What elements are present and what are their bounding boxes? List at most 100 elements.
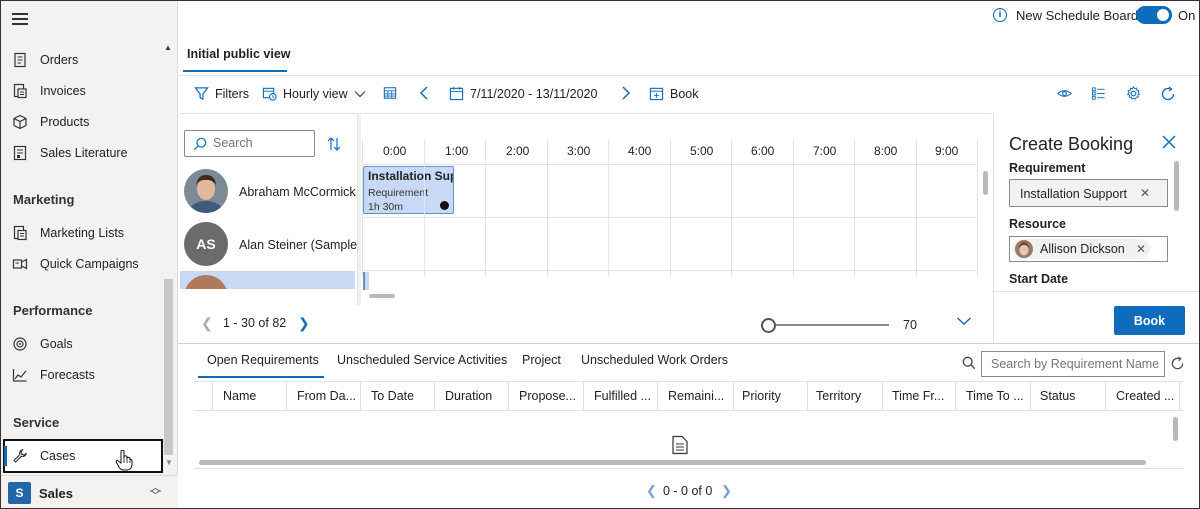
calendar-view-button[interactable] <box>383 86 403 100</box>
column-header[interactable]: From Da... <box>297 389 356 403</box>
column-divider[interactable] <box>955 382 956 411</box>
column-divider[interactable] <box>882 382 883 411</box>
column-divider[interactable] <box>1105 382 1106 411</box>
column-header[interactable]: Priority <box>742 389 781 403</box>
hamburger-menu-icon[interactable] <box>12 13 28 27</box>
resource-row[interactable]: AS Alan Steiner (Sample <box>180 218 357 271</box>
requirement-search-input[interactable] <box>981 351 1165 377</box>
booking-block[interactable]: Installation Sup Requirement 1h 30m <box>363 166 454 214</box>
sidebar-item-goals[interactable]: Goals <box>1 329 163 359</box>
tab-unscheduled-service-activities[interactable]: Unscheduled Service Activities <box>337 353 507 367</box>
sidebar-scrollbar[interactable] <box>164 279 173 455</box>
resources-next-page-icon[interactable]: ❯ <box>298 315 310 332</box>
tab-initial-public-view[interactable]: Initial public view <box>187 47 291 61</box>
grid-vertical-scrollbar[interactable] <box>1173 417 1178 441</box>
column-header[interactable]: Remaini... <box>668 389 724 403</box>
column-header[interactable]: Created ... <box>1116 389 1174 403</box>
sidebar-item-marketing-lists[interactable]: Marketing Lists <box>1 218 163 248</box>
hour-gridline <box>854 139 855 277</box>
column-header[interactable]: Fulfilled ... <box>594 389 651 403</box>
sidebar-item-label: Invoices <box>40 84 86 98</box>
requirement-search-field[interactable] <box>991 357 1159 371</box>
sidebar-scroll-down-icon[interactable]: ▼ <box>165 458 173 467</box>
requirement-field[interactable]: Installation Support ✕ <box>1009 179 1168 207</box>
previous-range-button[interactable] <box>419 86 435 100</box>
new-schedule-board-toggle[interactable] <box>1136 6 1172 24</box>
divider <box>178 75 1199 76</box>
booking-block[interactable] <box>363 272 369 290</box>
next-range-button[interactable] <box>621 86 637 100</box>
settings-button[interactable] <box>1126 86 1147 101</box>
column-header[interactable]: Status <box>1040 389 1075 403</box>
column-divider[interactable] <box>360 382 361 411</box>
resource-row[interactable]: Abraham McCormick <box>180 165 357 218</box>
area-badge: S <box>8 482 31 504</box>
divider <box>994 291 1199 292</box>
column-header[interactable]: Duration <box>445 389 492 403</box>
search-icon[interactable] <box>962 356 976 370</box>
requirements-next-page-icon[interactable]: ❯ <box>721 483 732 499</box>
column-divider[interactable] <box>733 382 734 411</box>
date-range-picker[interactable]: 7/11/2020 - 13/11/2020 <box>449 86 597 101</box>
sidebar-scroll-up-icon[interactable]: ▲ <box>164 43 174 52</box>
column-divider[interactable] <box>286 382 287 411</box>
column-header[interactable]: Territory <box>816 389 861 403</box>
list-view-button[interactable] <box>1091 86 1112 101</box>
tab-unscheduled-work-orders[interactable]: Unscheduled Work Orders <box>581 353 728 367</box>
resource-field[interactable]: Allison Dickson ✕ <box>1009 236 1168 262</box>
column-divider[interactable] <box>657 382 658 411</box>
sidebar-item-orders[interactable]: Orders <box>1 45 163 75</box>
refresh-icon[interactable] <box>1170 356 1185 371</box>
column-divider[interactable] <box>434 382 435 411</box>
sidebar-item-label: Sales Literature <box>40 146 128 160</box>
view-mode-dropdown[interactable]: Hourly view <box>262 86 372 101</box>
sidebar-item-invoices[interactable]: Invoices <box>1 76 163 106</box>
resource-name: Alan Steiner (Sample <box>239 238 358 252</box>
column-header[interactable]: Name <box>223 389 256 403</box>
wrench-icon <box>13 449 27 463</box>
info-icon[interactable]: i <box>993 8 1007 22</box>
sort-icon[interactable] <box>326 136 342 152</box>
grid-horizontal-scrollbar[interactable] <box>199 460 1146 465</box>
column-header[interactable]: Propose... <box>519 389 576 403</box>
clear-resource-icon[interactable]: ✕ <box>1136 242 1146 256</box>
zoom-slider-handle[interactable] <box>761 318 776 333</box>
sidebar-item-forecasts[interactable]: Forecasts <box>1 360 163 390</box>
show-hide-button[interactable] <box>1057 86 1078 101</box>
schedule-vertical-scrollbar[interactable] <box>983 171 988 195</box>
column-header[interactable]: Time Fr... <box>892 389 944 403</box>
sidebar-item-sales-literature[interactable]: Sales Literature <box>1 138 163 168</box>
area-switcher[interactable]: S Sales ︿ ﹀ <box>1 475 178 508</box>
sidebar-item-quick-campaigns[interactable]: Quick Campaigns <box>1 249 163 279</box>
zoom-slider-track[interactable] <box>769 324 889 326</box>
column-divider[interactable] <box>1030 382 1031 411</box>
requirements-prev-page-icon[interactable]: ❮ <box>646 483 657 499</box>
book-toolbar-button[interactable]: Book <box>649 86 699 101</box>
sidebar-item-products[interactable]: Products <box>1 107 163 137</box>
resource-search-input[interactable] <box>184 130 315 157</box>
booking-title: Installation Sup <box>368 169 454 183</box>
refresh-button[interactable] <box>1160 86 1182 102</box>
tab-open-requirements[interactable]: Open Requirements <box>207 353 319 367</box>
sidebar-item-cases[interactable]: Cases <box>1 441 163 471</box>
resources-prev-page-icon[interactable]: ❮ <box>201 315 213 332</box>
panel-scrollbar[interactable] <box>1174 161 1179 211</box>
book-button[interactable]: Book <box>1114 306 1185 335</box>
book-label: Book <box>670 86 699 101</box>
resource-divider[interactable] <box>357 113 361 305</box>
clear-requirement-icon[interactable]: ✕ <box>1140 186 1150 200</box>
schedule-horizontal-scrollbar[interactable] <box>369 294 395 298</box>
tab-project[interactable]: Project <box>522 353 561 367</box>
column-divider[interactable] <box>508 382 509 411</box>
column-divider[interactable] <box>212 382 213 411</box>
column-divider[interactable] <box>1179 382 1180 411</box>
resource-search-field[interactable] <box>213 136 308 150</box>
column-header[interactable]: To Date <box>371 389 414 403</box>
filters-button[interactable]: Filters <box>194 86 249 101</box>
chevron-down-icon[interactable] <box>956 316 972 326</box>
resource-row-selected[interactable] <box>180 271 355 289</box>
column-divider[interactable] <box>807 382 808 411</box>
close-icon[interactable] <box>1161 134 1177 150</box>
column-header[interactable]: Time To ... <box>966 389 1024 403</box>
column-divider[interactable] <box>583 382 584 411</box>
